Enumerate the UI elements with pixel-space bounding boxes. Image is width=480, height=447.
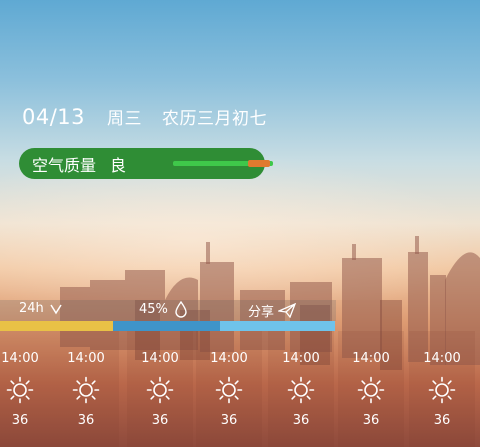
lunar-date-label: 农历三月初七 — [162, 109, 268, 129]
sun-icon — [146, 376, 174, 404]
air-quality-label: 空气质量 — [32, 155, 97, 175]
air-quality-marker — [248, 160, 270, 167]
hourly-temp: 36 — [292, 413, 310, 428]
share-label: 分享 — [248, 305, 275, 320]
date-row: 04/13 周三 农历三月初七 — [22, 104, 267, 129]
timeline-segment — [220, 321, 335, 331]
range-label: 24h — [19, 301, 44, 316]
sun-icon — [6, 376, 34, 404]
hourly-item: 14:00 36 — [268, 331, 334, 447]
humidity-value: 45% — [139, 302, 168, 317]
timeline-segment — [113, 321, 220, 331]
water-drop-icon — [175, 301, 187, 318]
weekday-label: 周三 — [107, 109, 143, 129]
hourly-time: 14:00 — [141, 351, 179, 366]
hourly-forecast-list[interactable]: 14:00 36 14:00 36 14:00 36 14:00 36 14:00 36 14:00… — [0, 331, 480, 447]
date-label: 04/13 — [22, 105, 86, 129]
hourly-item: 14:00 36 — [53, 331, 119, 447]
sun-icon — [428, 376, 456, 404]
hourly-item: 14:00 36 — [196, 331, 262, 447]
air-quality-pill[interactable]: 空气质量 良 — [19, 148, 273, 179]
hourly-item: 14:00 36 — [127, 331, 193, 447]
hourly-time: 14:00 — [423, 351, 461, 366]
hourly-item: 14:00 36 — [338, 331, 404, 447]
timeline-segment — [0, 321, 113, 331]
paper-plane-icon — [278, 303, 297, 318]
hourly-temp: 36 — [11, 413, 29, 428]
hourly-time: 14:00 — [352, 351, 390, 366]
air-quality-level: 良 — [110, 155, 127, 175]
hourly-temp: 36 — [362, 413, 380, 428]
hourly-temp: 36 — [77, 413, 95, 428]
hourly-item: 14:00 36 — [409, 331, 475, 447]
hourly-temp: 36 — [220, 413, 238, 428]
hourly-time: 14:00 — [210, 351, 248, 366]
range-toggle[interactable]: 24h — [19, 301, 63, 316]
hourly-time: 14:00 — [282, 351, 320, 366]
share-button[interactable]: 分享 — [248, 301, 297, 320]
sun-icon — [215, 376, 243, 404]
sun-icon — [357, 376, 385, 404]
hourly-time: 14:00 — [1, 351, 39, 366]
hourly-time: 14:00 — [67, 351, 105, 366]
hourly-item: 14:00 36 — [0, 331, 53, 447]
chevron-down-icon — [50, 304, 62, 314]
humidity-readout: 45% — [139, 301, 188, 318]
sun-icon — [287, 376, 315, 404]
hourly-temp: 36 — [433, 413, 451, 428]
sun-icon — [72, 376, 100, 404]
hourly-temp: 36 — [151, 413, 169, 428]
